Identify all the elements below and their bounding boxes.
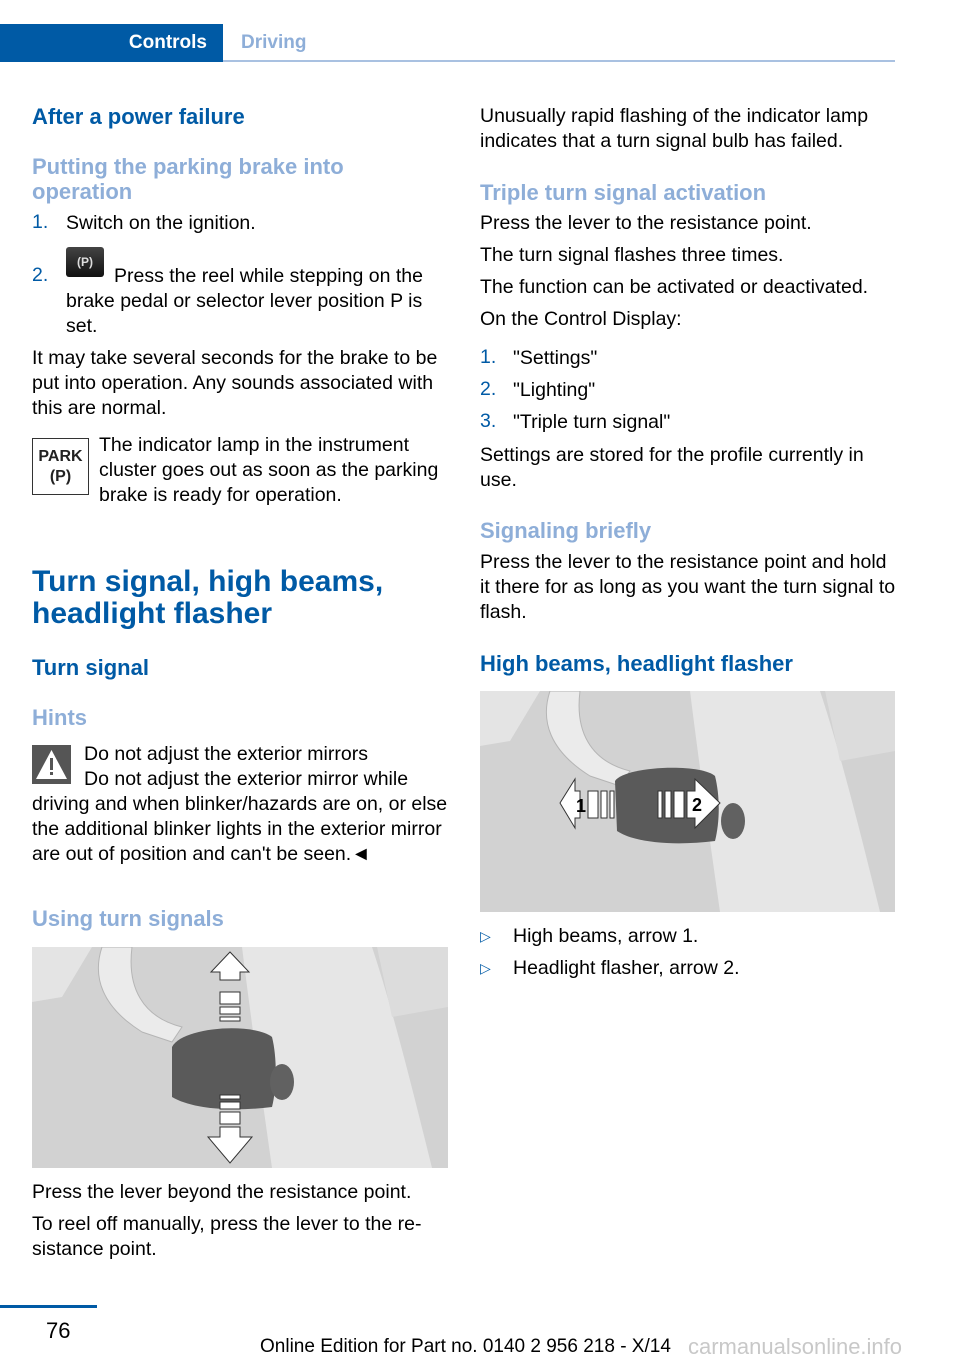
figure-turn-signal-lever xyxy=(32,947,448,1168)
settings-stored-text: Settings are stored for the profile curr… xyxy=(480,444,864,491)
triple-text-4: On the Control Display: xyxy=(480,308,682,330)
triple-text-1: Press the lever to the resistance point. xyxy=(480,212,812,234)
step-2-text: Press the reel while stepping on the bra… xyxy=(66,265,423,337)
indicator-note: The indicator lamp in the instrument clu… xyxy=(99,434,439,506)
footer-rule xyxy=(0,1305,97,1308)
warning-title: Do not adjust the exterior mirrors xyxy=(84,743,368,765)
tab-driving[interactable]: Driving xyxy=(223,24,306,60)
heading-turn-signal: Turn signal xyxy=(32,655,149,680)
park-indicator-label: PARK xyxy=(38,448,83,465)
arrow-2-label: 2 xyxy=(692,795,702,815)
after-figure-text-1: Press the lever beyond the resistance po… xyxy=(32,1181,412,1203)
rapid-flash-text: Unusually rapid flashing of the indicato… xyxy=(480,105,869,152)
step-number: 2. xyxy=(32,264,49,286)
menu-step-number: 1. xyxy=(480,346,497,368)
park-indicator-symbol: (P) xyxy=(49,468,72,485)
heading-hints: Hints xyxy=(32,705,87,730)
menu-step-number: 2. xyxy=(480,378,497,400)
step-text: Switch on the ignition. xyxy=(66,212,256,234)
tab-divider xyxy=(223,60,895,62)
bullet-headlight-flasher: Headlight flasher, arrow 2. xyxy=(513,957,740,979)
signaling-text: Press the lever to the resistance point … xyxy=(480,551,896,623)
menu-step-settings: "Settings" xyxy=(513,347,598,369)
step-text: (P) Press the reel while stepping on the… xyxy=(66,247,448,339)
bullet-triangle-icon: ▷ xyxy=(480,960,491,976)
warning-text: Do not adjust the exterior mirror while … xyxy=(32,768,448,865)
menu-step-number: 3. xyxy=(480,410,497,432)
edition-text: Online Edition for Part no. 0140 2 956 2… xyxy=(260,1336,671,1357)
arrow-1-label: 1 xyxy=(576,796,586,816)
parking-brake-button-icon: (P) xyxy=(66,247,104,277)
bullet-high-beams: High beams, arrow 1. xyxy=(513,925,699,947)
heading-triple-turn-signal: Triple turn signal activation xyxy=(480,180,767,205)
menu-step-triple: "Triple turn signal" xyxy=(513,411,671,433)
section-title: Turn signal, high beams, headlight flash… xyxy=(32,565,384,630)
triple-text-3: The function can be activated or deactiv… xyxy=(480,276,869,298)
after-figure-text-2: To reel off manually, press the lever to… xyxy=(32,1213,422,1260)
heading-parking-brake: Putting the parking brake into operation xyxy=(32,154,344,204)
figure-high-beams-lever: 1 2 xyxy=(480,691,895,912)
chapter-tabs: Controls Driving xyxy=(0,24,895,62)
park-indicator-icon: PARK (P) xyxy=(32,438,89,495)
menu-step-lighting: "Lighting" xyxy=(513,379,596,401)
page-number: 76 xyxy=(46,1318,71,1343)
step-number: 1. xyxy=(32,211,49,233)
triple-text-2: The turn signal flashes three times. xyxy=(480,244,784,266)
heading-power-failure: After a power failure xyxy=(32,104,245,129)
heading-signaling-briefly: Signaling briefly xyxy=(480,518,652,543)
watermark[interactable]: carmanualsonline.info xyxy=(688,1334,902,1360)
heading-using-turn-signals: Using turn signals xyxy=(32,906,224,931)
brake-note: It may take several seconds for the brak… xyxy=(32,347,438,419)
heading-high-beams: High beams, headlight flasher xyxy=(480,651,793,676)
bullet-triangle-icon: ▷ xyxy=(480,928,491,944)
tab-controls[interactable]: Controls xyxy=(0,24,223,62)
